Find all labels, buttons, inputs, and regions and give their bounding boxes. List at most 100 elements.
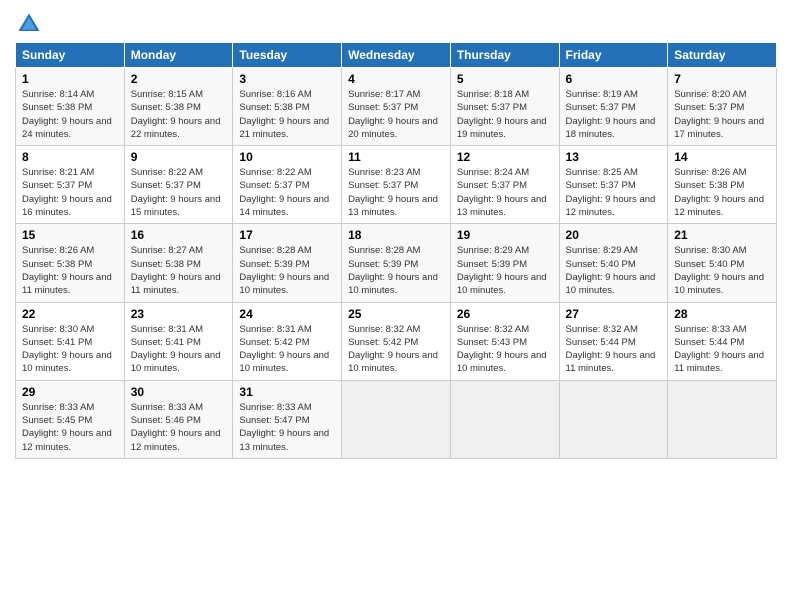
calendar-cell: 18 Sunrise: 8:28 AM Sunset: 5:39 PM Dayl…	[342, 224, 451, 302]
day-number: 11	[348, 150, 444, 164]
day-info: Sunrise: 8:18 AM Sunset: 5:37 PM Dayligh…	[457, 88, 553, 141]
day-number: 14	[674, 150, 770, 164]
header-day-thursday: Thursday	[450, 43, 559, 68]
calendar-cell	[342, 380, 451, 458]
day-number: 31	[239, 385, 335, 399]
calendar-week-row: 1 Sunrise: 8:14 AM Sunset: 5:38 PM Dayli…	[16, 68, 777, 146]
day-info: Sunrise: 8:17 AM Sunset: 5:37 PM Dayligh…	[348, 88, 444, 141]
day-number: 19	[457, 228, 553, 242]
calendar-week-row: 22 Sunrise: 8:30 AM Sunset: 5:41 PM Dayl…	[16, 302, 777, 380]
header	[15, 10, 777, 38]
header-day-saturday: Saturday	[668, 43, 777, 68]
day-info: Sunrise: 8:31 AM Sunset: 5:41 PM Dayligh…	[131, 323, 227, 376]
day-info: Sunrise: 8:30 AM Sunset: 5:40 PM Dayligh…	[674, 244, 770, 297]
calendar-week-row: 8 Sunrise: 8:21 AM Sunset: 5:37 PM Dayli…	[16, 146, 777, 224]
calendar-cell	[668, 380, 777, 458]
calendar-cell: 11 Sunrise: 8:23 AM Sunset: 5:37 PM Dayl…	[342, 146, 451, 224]
day-info: Sunrise: 8:16 AM Sunset: 5:38 PM Dayligh…	[239, 88, 335, 141]
day-number: 28	[674, 307, 770, 321]
calendar-cell: 14 Sunrise: 8:26 AM Sunset: 5:38 PM Dayl…	[668, 146, 777, 224]
day-info: Sunrise: 8:29 AM Sunset: 5:39 PM Dayligh…	[457, 244, 553, 297]
calendar-cell: 6 Sunrise: 8:19 AM Sunset: 5:37 PM Dayli…	[559, 68, 668, 146]
calendar-cell	[559, 380, 668, 458]
day-number: 4	[348, 72, 444, 86]
calendar-cell: 19 Sunrise: 8:29 AM Sunset: 5:39 PM Dayl…	[450, 224, 559, 302]
calendar-cell: 26 Sunrise: 8:32 AM Sunset: 5:43 PM Dayl…	[450, 302, 559, 380]
calendar-cell: 13 Sunrise: 8:25 AM Sunset: 5:37 PM Dayl…	[559, 146, 668, 224]
day-info: Sunrise: 8:25 AM Sunset: 5:37 PM Dayligh…	[566, 166, 662, 219]
day-number: 30	[131, 385, 227, 399]
day-info: Sunrise: 8:30 AM Sunset: 5:41 PM Dayligh…	[22, 323, 118, 376]
page-container: SundayMondayTuesdayWednesdayThursdayFrid…	[0, 0, 792, 469]
calendar-cell: 9 Sunrise: 8:22 AM Sunset: 5:37 PM Dayli…	[124, 146, 233, 224]
day-number: 1	[22, 72, 118, 86]
header-day-wednesday: Wednesday	[342, 43, 451, 68]
calendar-cell: 3 Sunrise: 8:16 AM Sunset: 5:38 PM Dayli…	[233, 68, 342, 146]
day-number: 17	[239, 228, 335, 242]
calendar-cell: 31 Sunrise: 8:33 AM Sunset: 5:47 PM Dayl…	[233, 380, 342, 458]
day-number: 21	[674, 228, 770, 242]
day-info: Sunrise: 8:21 AM Sunset: 5:37 PM Dayligh…	[22, 166, 118, 219]
calendar-cell: 17 Sunrise: 8:28 AM Sunset: 5:39 PM Dayl…	[233, 224, 342, 302]
day-info: Sunrise: 8:26 AM Sunset: 5:38 PM Dayligh…	[674, 166, 770, 219]
day-info: Sunrise: 8:14 AM Sunset: 5:38 PM Dayligh…	[22, 88, 118, 141]
day-info: Sunrise: 8:32 AM Sunset: 5:44 PM Dayligh…	[566, 323, 662, 376]
calendar-cell: 29 Sunrise: 8:33 AM Sunset: 5:45 PM Dayl…	[16, 380, 125, 458]
day-info: Sunrise: 8:33 AM Sunset: 5:47 PM Dayligh…	[239, 401, 335, 454]
day-number: 12	[457, 150, 553, 164]
day-number: 27	[566, 307, 662, 321]
day-info: Sunrise: 8:15 AM Sunset: 5:38 PM Dayligh…	[131, 88, 227, 141]
calendar-week-row: 15 Sunrise: 8:26 AM Sunset: 5:38 PM Dayl…	[16, 224, 777, 302]
day-info: Sunrise: 8:28 AM Sunset: 5:39 PM Dayligh…	[239, 244, 335, 297]
day-info: Sunrise: 8:31 AM Sunset: 5:42 PM Dayligh…	[239, 323, 335, 376]
day-info: Sunrise: 8:20 AM Sunset: 5:37 PM Dayligh…	[674, 88, 770, 141]
header-day-friday: Friday	[559, 43, 668, 68]
calendar-cell	[450, 380, 559, 458]
calendar-cell: 27 Sunrise: 8:32 AM Sunset: 5:44 PM Dayl…	[559, 302, 668, 380]
day-number: 20	[566, 228, 662, 242]
day-info: Sunrise: 8:19 AM Sunset: 5:37 PM Dayligh…	[566, 88, 662, 141]
day-info: Sunrise: 8:33 AM Sunset: 5:45 PM Dayligh…	[22, 401, 118, 454]
header-day-tuesday: Tuesday	[233, 43, 342, 68]
day-number: 16	[131, 228, 227, 242]
header-day-monday: Monday	[124, 43, 233, 68]
calendar-cell: 4 Sunrise: 8:17 AM Sunset: 5:37 PM Dayli…	[342, 68, 451, 146]
calendar-cell: 7 Sunrise: 8:20 AM Sunset: 5:37 PM Dayli…	[668, 68, 777, 146]
day-number: 25	[348, 307, 444, 321]
calendar-cell: 12 Sunrise: 8:24 AM Sunset: 5:37 PM Dayl…	[450, 146, 559, 224]
logo-icon	[15, 10, 43, 38]
logo	[15, 10, 47, 38]
day-number: 3	[239, 72, 335, 86]
day-info: Sunrise: 8:22 AM Sunset: 5:37 PM Dayligh…	[131, 166, 227, 219]
day-info: Sunrise: 8:27 AM Sunset: 5:38 PM Dayligh…	[131, 244, 227, 297]
calendar-cell: 21 Sunrise: 8:30 AM Sunset: 5:40 PM Dayl…	[668, 224, 777, 302]
day-info: Sunrise: 8:26 AM Sunset: 5:38 PM Dayligh…	[22, 244, 118, 297]
day-number: 13	[566, 150, 662, 164]
calendar-header-row: SundayMondayTuesdayWednesdayThursdayFrid…	[16, 43, 777, 68]
day-number: 5	[457, 72, 553, 86]
day-number: 6	[566, 72, 662, 86]
day-info: Sunrise: 8:29 AM Sunset: 5:40 PM Dayligh…	[566, 244, 662, 297]
day-number: 26	[457, 307, 553, 321]
calendar-cell: 1 Sunrise: 8:14 AM Sunset: 5:38 PM Dayli…	[16, 68, 125, 146]
calendar-cell: 20 Sunrise: 8:29 AM Sunset: 5:40 PM Dayl…	[559, 224, 668, 302]
day-number: 9	[131, 150, 227, 164]
calendar-week-row: 29 Sunrise: 8:33 AM Sunset: 5:45 PM Dayl…	[16, 380, 777, 458]
calendar-cell: 8 Sunrise: 8:21 AM Sunset: 5:37 PM Dayli…	[16, 146, 125, 224]
day-info: Sunrise: 8:28 AM Sunset: 5:39 PM Dayligh…	[348, 244, 444, 297]
day-number: 7	[674, 72, 770, 86]
header-day-sunday: Sunday	[16, 43, 125, 68]
calendar-cell: 24 Sunrise: 8:31 AM Sunset: 5:42 PM Dayl…	[233, 302, 342, 380]
day-info: Sunrise: 8:32 AM Sunset: 5:43 PM Dayligh…	[457, 323, 553, 376]
day-info: Sunrise: 8:22 AM Sunset: 5:37 PM Dayligh…	[239, 166, 335, 219]
day-info: Sunrise: 8:24 AM Sunset: 5:37 PM Dayligh…	[457, 166, 553, 219]
day-info: Sunrise: 8:33 AM Sunset: 5:46 PM Dayligh…	[131, 401, 227, 454]
calendar-cell: 22 Sunrise: 8:30 AM Sunset: 5:41 PM Dayl…	[16, 302, 125, 380]
calendar-cell: 23 Sunrise: 8:31 AM Sunset: 5:41 PM Dayl…	[124, 302, 233, 380]
calendar-cell: 16 Sunrise: 8:27 AM Sunset: 5:38 PM Dayl…	[124, 224, 233, 302]
calendar-cell: 5 Sunrise: 8:18 AM Sunset: 5:37 PM Dayli…	[450, 68, 559, 146]
day-info: Sunrise: 8:23 AM Sunset: 5:37 PM Dayligh…	[348, 166, 444, 219]
day-number: 24	[239, 307, 335, 321]
calendar-cell: 28 Sunrise: 8:33 AM Sunset: 5:44 PM Dayl…	[668, 302, 777, 380]
calendar-cell: 2 Sunrise: 8:15 AM Sunset: 5:38 PM Dayli…	[124, 68, 233, 146]
